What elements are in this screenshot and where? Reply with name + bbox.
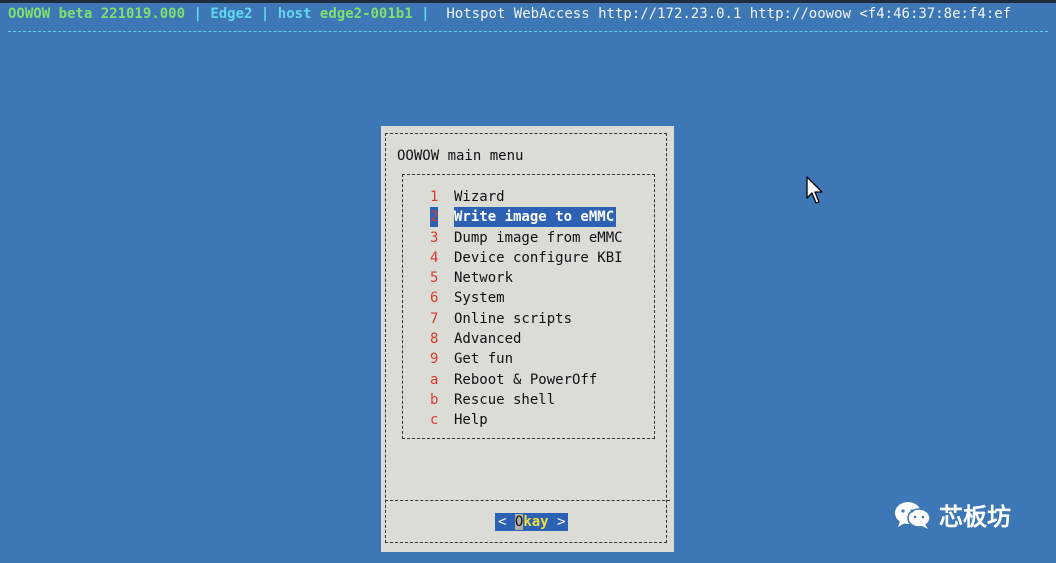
menu-item-label: Dump image from eMMC [454, 229, 623, 246]
menu-item-label: Rescue shell [454, 391, 556, 408]
dialog-footer-divider [385, 500, 670, 501]
menu-item-hotkey: 9 [430, 351, 439, 368]
menu-item-hotkey: 6 [430, 290, 439, 307]
left-arrow-icon: < [498, 514, 507, 530]
menu-item-hotkey: c [430, 412, 439, 429]
menu-item-reboot-poweroff[interactable]: a Reboot & PowerOff [430, 370, 650, 390]
watermark-text: 芯板坊 [939, 503, 1011, 531]
header-device: Edge2 [210, 6, 253, 22]
menu-item-label: Reboot & PowerOff [454, 371, 598, 388]
header-host-label: host [277, 6, 312, 22]
terminal-screen: OOWOW beta 221019.000 | Edge2 | host edg… [0, 0, 1056, 563]
okay-button[interactable]: < Okay > [495, 513, 569, 531]
menu-item-hotkey: 5 [430, 270, 439, 287]
window-top-edge [0, 0, 1056, 3]
header-app-name: OOWOW beta 221019.000 [8, 6, 186, 22]
menu-item-label: System [454, 290, 505, 307]
menu-item-hotkey: 3 [430, 229, 439, 246]
menu-item-hotkey: 1 [430, 189, 439, 205]
menu-item-label: Get fun [454, 351, 514, 368]
main-menu-dialog: OOWOW main menu 1 Wizard 2 Write image to e… [381, 126, 674, 552]
button-label-rest: kay [523, 514, 549, 530]
header-host: edge2-001b1 [319, 6, 413, 22]
menu-item-wizard[interactable]: 1 Wizard [430, 187, 650, 207]
menu-item-help[interactable]: c Help [430, 410, 650, 430]
header-divider [8, 31, 1048, 32]
header-separator: | [252, 6, 278, 22]
menu-item-hotkey: b [430, 391, 439, 408]
menu-item-advanced[interactable]: 8 Advanced [430, 329, 650, 349]
menu-item-label: Device configure KBI [454, 249, 623, 266]
watermark: 芯板坊 [893, 497, 1011, 532]
mouse-pointer-icon [806, 176, 823, 204]
header-separator: | [185, 6, 211, 22]
menu-item-label: Online scripts [454, 310, 573, 327]
menu-item-label: Network [454, 270, 514, 287]
menu-item-label: Wizard [454, 189, 505, 205]
menu-item-online-scripts[interactable]: 7 Online scripts [430, 309, 650, 329]
menu-item-network[interactable]: 5 Network [430, 268, 650, 288]
menu-item-get-fun[interactable]: 9 Get fun [430, 349, 650, 369]
menu-item-dump-image-from-emmc[interactable]: 3 Dump image from eMMC [430, 228, 650, 248]
menu-item-hotkey: 2 [430, 207, 439, 228]
menu-item-hotkey: 4 [430, 249, 439, 266]
menu-list: 1 Wizard 2 Write image to eMMC 3 Dump image f… [430, 187, 650, 431]
header-separator: | [412, 6, 438, 22]
menu-item-hotkey: a [430, 371, 439, 388]
menu-item-device-configure-kbi[interactable]: 4 Device configure KBI [430, 248, 650, 268]
menu-item-rescue-shell[interactable]: b Rescue shell [430, 390, 650, 410]
menu-item-system[interactable]: 6 System [430, 288, 650, 308]
right-arrow-icon: > [557, 514, 566, 530]
menu-item-label: Write image to eMMC [454, 207, 617, 228]
menu-item-write-image-to-emmc[interactable]: 2 Write image to eMMC [430, 207, 650, 228]
menu-item-hotkey: 8 [430, 331, 439, 348]
dialog-title: OOWOW main menu [397, 148, 524, 164]
menu-item-label: Advanced [454, 331, 522, 348]
menu-item-label: Help [454, 412, 488, 429]
menu-item-hotkey: 7 [430, 310, 439, 327]
header-hotspot-info: Hotspot WebAccess http://172.23.0.1 http… [437, 6, 1012, 22]
status-header: OOWOW beta 221019.000 | Edge2 | host edg… [8, 4, 1011, 24]
wechat-icon [895, 501, 931, 529]
